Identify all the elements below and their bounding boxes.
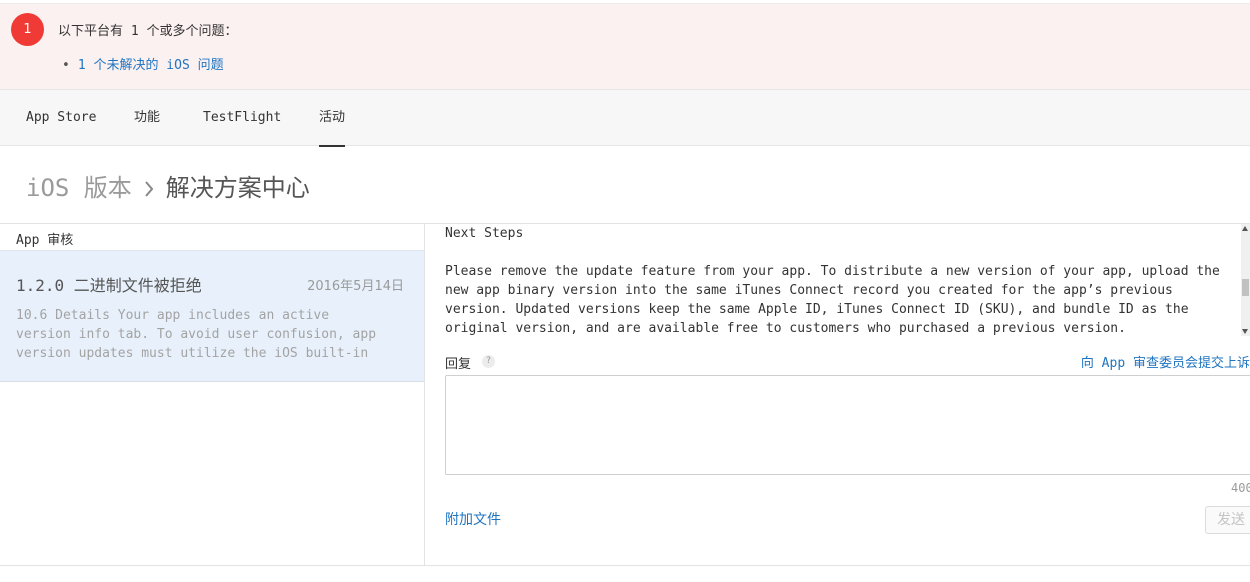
breadcrumb-ios-versions[interactable]: iOS 版本 [26, 174, 132, 202]
scroll-thumb[interactable] [1242, 279, 1249, 296]
message-list-item[interactable]: 1.2.0 二进制文件被拒绝 2016年5月14日 10.6 Details Y… [0, 250, 424, 382]
alert-message: 以下平台有 1 个或多个问题： [58, 24, 238, 39]
message-preview: 10.6 Details Your app includes an active… [16, 308, 377, 361]
issue-link[interactable]: • 1 个未解决的 iOS 问题 [62, 54, 224, 73]
scroll-up-icon[interactable] [1242, 226, 1248, 231]
issue-list: • 1 个未解决的 iOS 问题 [62, 54, 224, 73]
message-date: 2016年5月14日 [307, 279, 404, 294]
reply-input[interactable] [445, 375, 1250, 475]
chevron-right-icon [132, 174, 166, 202]
send-button[interactable]: 发送 [1205, 506, 1250, 534]
message-title: 1.2.0 二进制文件被拒绝 [16, 276, 202, 295]
page-title: 解决方案中心 [165, 174, 310, 202]
message-list-panel: App 审核 1.2.0 二进制文件被拒绝 2016年5月14日 10.6 De… [0, 224, 425, 566]
message-scrollbar[interactable] [1241, 224, 1250, 336]
divider [0, 565, 1250, 566]
tab-testflight[interactable]: TestFlight [203, 90, 281, 147]
scroll-down-icon[interactable] [1242, 329, 1248, 334]
reply-label: 回复 [445, 357, 472, 372]
issue-alert-banner: 1 以下平台有 1 个或多个问题： • 1 个未解决的 iOS 问题 [0, 3, 1250, 89]
issue-link-label: 1 个未解决的 iOS 问题 [77, 58, 224, 73]
tab-activity[interactable]: 活动 [319, 90, 346, 147]
character-counter: 4000 [1231, 481, 1250, 495]
tab-features[interactable]: 功能 [134, 90, 160, 147]
message-body: Next Steps Please remove the update feat… [445, 226, 1220, 336]
breadcrumb: iOS 版本 解决方案中心 [26, 168, 310, 203]
bullet-icon: • [62, 58, 70, 73]
tab-bar: App Store 功能 TestFlight 活动 [0, 89, 1250, 147]
help-icon[interactable]: ? [482, 355, 495, 368]
appeal-link[interactable]: 向 App 审查委员会提交上诉 [1081, 352, 1250, 371]
attach-file-link[interactable]: 附加文件 [445, 509, 501, 529]
section-label: App 审核 [16, 233, 74, 248]
issue-count-badge: 1 [11, 13, 44, 46]
tab-app-store[interactable]: App Store [26, 90, 96, 147]
